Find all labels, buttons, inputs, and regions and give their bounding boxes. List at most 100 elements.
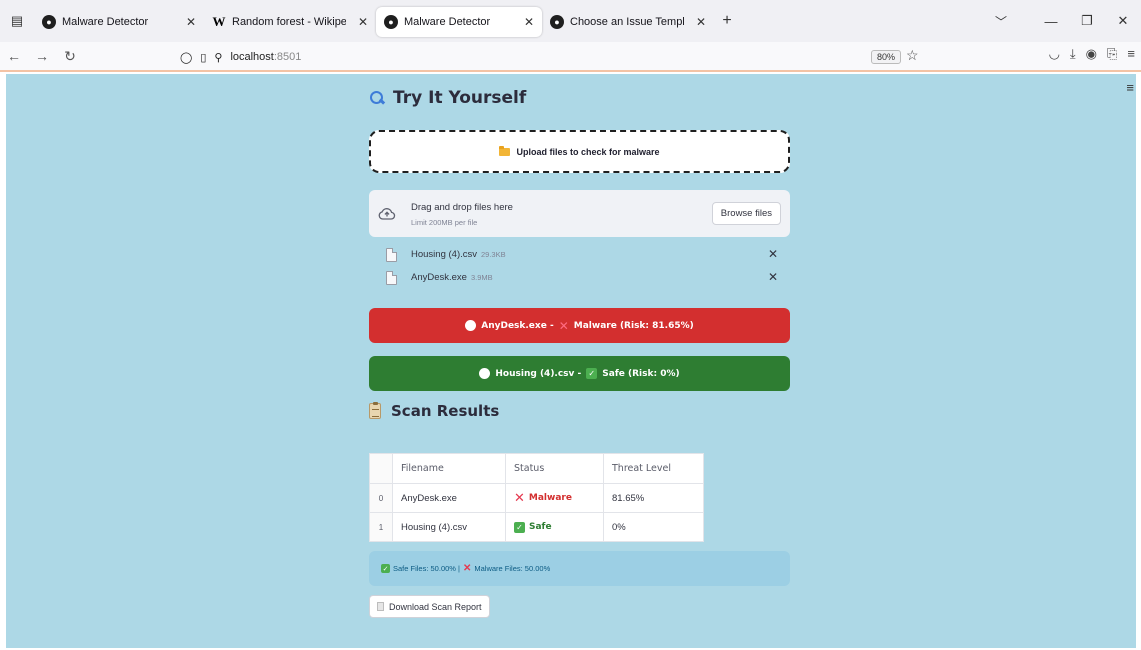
alert-file: AnyDesk.exe -: [481, 320, 554, 331]
new-tab-icon[interactable]: +: [714, 12, 740, 30]
url-bar[interactable]: ◯ ▯ ⚲ localhost:8501: [180, 46, 301, 68]
status-header[interactable]: Status: [505, 453, 604, 484]
permissions-icon: ⚲: [214, 51, 223, 64]
try-heading: Try It Yourself: [369, 88, 526, 108]
alert-text: Malware (Risk: 81.65%): [573, 320, 694, 331]
index-header: [369, 453, 393, 484]
cross-mark-icon: ✕: [558, 318, 569, 333]
extensions-icon[interactable]: ⎘: [1107, 46, 1117, 62]
download-label: Download Scan Report: [389, 601, 482, 612]
close-window-icon[interactable]: ✕: [1105, 13, 1141, 29]
remove-file-icon[interactable]: ✕: [768, 247, 778, 261]
close-tab-icon[interactable]: ✕: [186, 15, 196, 29]
file-icon: [386, 248, 397, 262]
alert-file: Housing (4).csv -: [495, 368, 582, 379]
upload-banner: Upload files to check for malware: [369, 130, 790, 173]
account-icon[interactable]: ◉: [1086, 46, 1097, 62]
download-icon[interactable]: ⤓: [1070, 46, 1076, 62]
forward-icon[interactable]: →: [28, 48, 56, 64]
alert-text: Safe (Risk: 0%): [602, 368, 680, 379]
bookmark-star-icon[interactable]: ☆: [906, 47, 919, 64]
restore-icon[interactable]: ❐: [1069, 13, 1105, 29]
file-icon: [386, 271, 397, 285]
github-icon: ●: [42, 15, 56, 29]
cloud-upload-icon: [378, 208, 396, 220]
table-row: 1 Housing (4).csv ✓ Safe 0%: [369, 512, 704, 542]
dropzone-limit: Limit 200MB per file: [411, 218, 478, 227]
pocket-icon[interactable]: ◡: [1049, 46, 1060, 62]
nav-bar: ← → ↻ ◯ ▯ ⚲ localhost:8501: [0, 42, 1141, 72]
uploaded-file-row: Housing (4).csv 29.3KB ✕: [369, 244, 790, 266]
download-report-button[interactable]: Download Scan Report: [369, 595, 490, 618]
magnifier-icon: [369, 90, 385, 106]
try-heading-text: Try It Yourself: [393, 88, 527, 108]
app-menu-icon[interactable]: ≡: [1126, 80, 1134, 95]
chevron-down-icon[interactable]: ﹀: [995, 13, 1007, 30]
tab-title: Malware Detector: [62, 16, 149, 28]
cell-filename: AnyDesk.exe: [392, 483, 506, 513]
file-size: 29.3KB: [481, 250, 506, 259]
results-table[interactable]: Filename Status Threat Level 0 AnyDesk.e…: [369, 453, 704, 542]
white-circle-icon: [479, 368, 491, 379]
summary-malware: Malware Files: 50.00%: [474, 564, 551, 573]
close-tab-icon[interactable]: ✕: [524, 15, 534, 29]
close-tab-icon[interactable]: ✕: [696, 15, 706, 29]
cell-threat: 0%: [603, 512, 704, 542]
tab-title: Choose an Issue Template: [570, 16, 684, 28]
tab-issue-template[interactable]: ● Choose an Issue Template ✕: [542, 7, 714, 37]
check-mark-icon: ✓: [514, 521, 525, 533]
url-host: localhost: [230, 51, 274, 63]
shield-icon: ◯: [180, 51, 193, 64]
status-text: Malware: [528, 493, 572, 503]
clipboard-icon: [369, 402, 381, 419]
menu-icon[interactable]: ≡: [1127, 46, 1135, 62]
wikipedia-icon: W: [212, 14, 226, 29]
tab-list-icon[interactable]: ▤: [0, 0, 34, 42]
file-name: Housing (4).csv: [411, 249, 477, 260]
uploaded-file-row: AnyDesk.exe 3.9MB ✕: [369, 267, 790, 289]
table-row: 0 AnyDesk.exe ✕ Malware 81.65%: [369, 483, 704, 513]
document-icon: [377, 602, 384, 611]
check-mark-icon: ✓: [586, 368, 598, 379]
remove-file-icon[interactable]: ✕: [768, 270, 778, 284]
scan-results-heading: Scan Results: [369, 402, 499, 420]
file-dropzone[interactable]: Drag and drop files here Limit 200MB per…: [369, 190, 790, 237]
threat-level-header[interactable]: Threat Level: [603, 453, 704, 484]
reload-icon[interactable]: ↻: [56, 48, 84, 65]
window-controls: — ❐ ✕: [1033, 0, 1141, 42]
white-circle-icon: [465, 320, 477, 331]
row-index: 1: [369, 512, 393, 542]
tab-random-forest[interactable]: W Random forest - Wikipedia ✕: [204, 7, 376, 37]
cell-status: ✕ Malware: [505, 483, 604, 513]
status-text: Safe: [529, 522, 552, 532]
browse-files-button[interactable]: Browse files: [711, 202, 781, 225]
back-icon[interactable]: ←: [0, 48, 28, 64]
minimize-icon[interactable]: —: [1033, 14, 1069, 29]
table-header-row: Filename Status Threat Level: [369, 453, 704, 484]
summary-info: ✓ Safe Files: 50.00% | ✕ Malware Files: …: [369, 551, 790, 586]
cross-mark-icon: ✕: [462, 563, 472, 574]
check-mark-icon: ✓: [381, 564, 390, 573]
close-tab-icon[interactable]: ✕: [358, 15, 368, 29]
cell-filename: Housing (4).csv: [392, 512, 506, 542]
github-icon: ●: [384, 15, 398, 29]
cross-mark-icon: ✕: [514, 490, 525, 506]
malware-alert: AnyDesk.exe - ✕ Malware (Risk: 81.65%): [369, 308, 790, 343]
cell-threat: 81.65%: [603, 483, 704, 513]
github-icon: ●: [550, 15, 564, 29]
toolbar-icons: ◡ ⤓ ◉ ⎘ ≡: [1049, 46, 1135, 62]
zoom-level[interactable]: 80%: [871, 50, 902, 64]
tab-title: Random forest - Wikipedia: [232, 16, 346, 28]
url-port: :8501: [273, 51, 302, 63]
safe-alert: Housing (4).csv - ✓ Safe (Risk: 0%): [369, 356, 790, 391]
scan-results-text: Scan Results: [391, 402, 500, 420]
tab-bar: ▤ ● Malware Detector ✕ W Random forest -…: [0, 0, 1141, 42]
file-name: AnyDesk.exe: [411, 272, 467, 283]
tab-malware-detector-1[interactable]: ● Malware Detector ✕: [34, 7, 204, 37]
tab-malware-detector-active[interactable]: ● Malware Detector ✕: [376, 7, 542, 37]
filename-header[interactable]: Filename: [392, 453, 506, 484]
cell-status: ✓ Safe: [505, 512, 604, 542]
app-page: ≡ Try It Yourself Upload files to check …: [6, 74, 1136, 648]
folder-icon: [499, 145, 511, 156]
page-icon: ▯: [200, 51, 207, 64]
